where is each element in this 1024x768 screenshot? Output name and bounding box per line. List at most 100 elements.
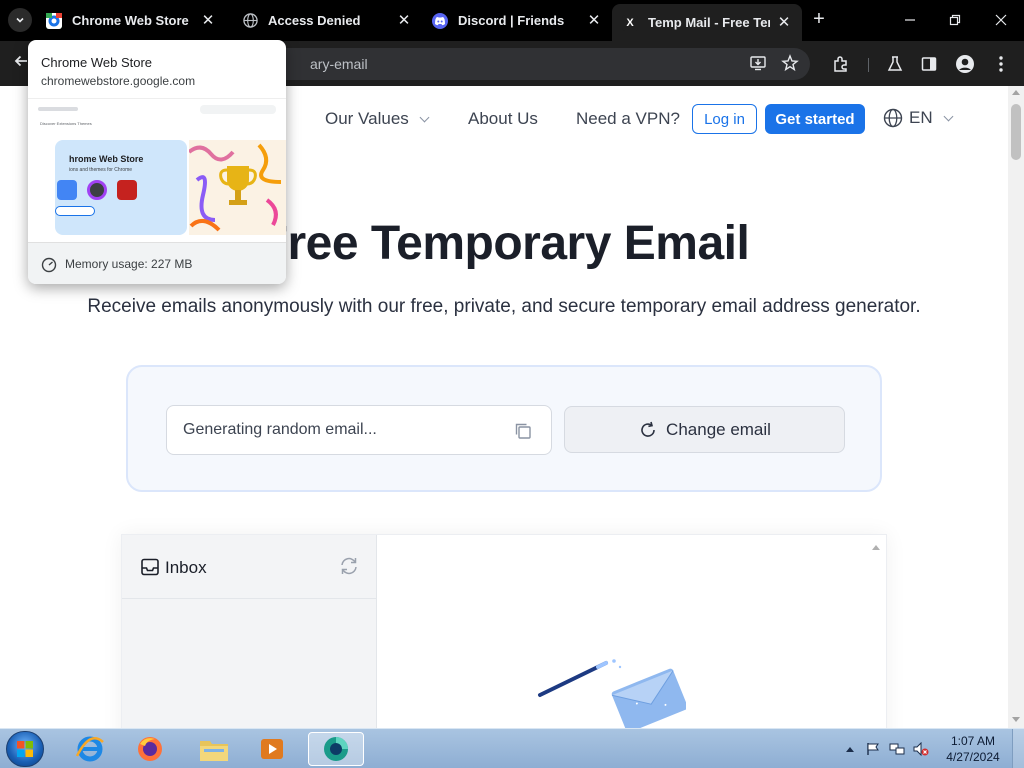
scroll-thumb[interactable] (1011, 104, 1021, 160)
show-desktop-button[interactable] (1012, 729, 1024, 768)
system-tray (843, 729, 933, 768)
trophy-art-icon (189, 140, 286, 235)
internet-explorer-icon (75, 736, 104, 762)
chevron-down-icon (419, 112, 430, 122)
magic-envelope-illustration (538, 659, 686, 728)
action-center-flag-icon[interactable] (861, 742, 885, 756)
memory-usage-text: Memory usage: 227 MB (65, 257, 193, 271)
scroll-down-icon[interactable] (1012, 717, 1020, 722)
hover-card-preview: Discover Extensions Themes hrome Web Sto… (28, 98, 286, 242)
windows-taskbar: 1:07 AM 4/27/2024 (0, 728, 1024, 768)
profile-avatar-icon[interactable] (954, 53, 976, 75)
taskbar-firefox[interactable] (122, 732, 178, 766)
firefox-icon (138, 737, 162, 761)
restore-button[interactable] (940, 6, 970, 34)
nav-our-values-label: Our Values (325, 109, 409, 128)
media-player-icon (261, 739, 283, 759)
start-button[interactable] (6, 731, 44, 767)
extensions-icon[interactable] (830, 53, 852, 75)
minimize-button[interactable] (895, 6, 925, 34)
scroll-up-icon[interactable] (1012, 90, 1020, 95)
tab-title: Access Denied (268, 13, 361, 28)
taskbar-internet-explorer[interactable] (62, 732, 118, 766)
new-tab-button[interactable]: + (808, 8, 830, 30)
preview-button (55, 206, 95, 216)
tab-title: Temp Mail - Free Temp (648, 15, 770, 30)
nav-about-label: About Us (468, 109, 538, 128)
hover-card-title: Chrome Web Store (41, 55, 153, 70)
close-icon (995, 14, 1007, 26)
close-icon[interactable]: ✕ (396, 12, 412, 29)
network-icon[interactable] (885, 742, 909, 756)
tab-access-denied[interactable]: Access Denied ✕ (232, 6, 422, 35)
inbox-panel: Inbox (121, 534, 887, 728)
clock-time: 1:07 AM (950, 734, 996, 748)
change-email-button[interactable]: Change email (564, 406, 845, 453)
address-text: ary-email (310, 56, 368, 72)
chevron-down-icon (16, 17, 24, 23)
preview-tabs: Discover Extensions Themes (40, 121, 92, 126)
tab-search-button[interactable] (8, 8, 32, 32)
inbox-tray-icon (141, 558, 159, 576)
bookmark-star-icon[interactable] (780, 54, 800, 74)
nav-about-us[interactable]: About Us (468, 109, 538, 129)
tab-chrome-web-store[interactable]: Chrome Web Store ✕ (36, 6, 226, 35)
volume-muted-icon[interactable] (909, 742, 933, 756)
side-panel-icon[interactable] (918, 53, 940, 75)
memory-gauge-icon (41, 257, 57, 273)
install-app-icon[interactable] (748, 54, 768, 74)
email-address-value: Generating random email... (183, 421, 377, 438)
login-button[interactable]: Log in (692, 104, 757, 134)
close-icon[interactable]: ✕ (200, 12, 216, 29)
preview-banner: hrome Web Store ions and themes for Chro… (55, 140, 187, 235)
tab-title: Chrome Web Store (72, 13, 189, 28)
translate-app-icon (57, 180, 77, 200)
refresh-icon[interactable] (338, 555, 360, 577)
chrome-web-store-icon (46, 12, 62, 29)
show-hidden-icons-icon[interactable] (843, 746, 857, 752)
inbox-scroll-up-icon[interactable] (872, 545, 880, 550)
close-icon[interactable]: ✕ (586, 12, 602, 29)
taskbar-media-player[interactable] (244, 732, 300, 766)
copy-icon[interactable] (513, 421, 533, 441)
pdf-app-icon (117, 180, 137, 200)
clock-date: 4/27/2024 (946, 750, 1000, 764)
more-menu-icon[interactable] (990, 53, 1012, 75)
language-label: EN (909, 108, 933, 127)
arrow-left-icon (14, 55, 27, 67)
language-selector[interactable]: EN (883, 108, 954, 128)
globe-icon (883, 108, 903, 128)
taskbar-clock[interactable]: 1:07 AM 4/27/2024 (940, 733, 1006, 765)
labs-flask-icon[interactable] (884, 53, 906, 75)
inbox-sidebar: Inbox (122, 535, 377, 728)
preview-banner-subtitle: ions and themes for Chrome (69, 167, 133, 173)
tab-discord[interactable]: Discord | Friends ✕ (422, 6, 612, 35)
close-icon[interactable]: ✕ (776, 14, 792, 31)
inbox-header: Inbox (122, 535, 377, 599)
globe-icon (242, 13, 258, 29)
discord-icon (432, 12, 448, 29)
nav-need-vpn[interactable]: Need a VPN? (576, 109, 680, 129)
folder-icon (200, 741, 228, 761)
preview-search-bar (200, 105, 276, 114)
x-logo-icon: X (622, 14, 638, 31)
tab-hover-card: Chrome Web Store chromewebstore.google.c… (28, 40, 286, 284)
window-close-button[interactable] (986, 6, 1016, 34)
restore-icon (949, 14, 961, 26)
change-email-label: Change email (666, 419, 771, 439)
minimize-icon (905, 19, 915, 21)
taskbar-chrome-web-store[interactable] (308, 732, 364, 766)
page-scrollbar[interactable] (1008, 86, 1024, 728)
toolbar-divider (868, 58, 869, 72)
email-generator-card: Generating random email... Change email (126, 365, 882, 492)
get-started-button[interactable]: Get started (765, 104, 865, 134)
email-address-field[interactable]: Generating random email... (166, 405, 552, 455)
nav-vpn-label: Need a VPN? (576, 109, 680, 128)
windows-logo-icon (17, 741, 33, 757)
tab-title: Discord | Friends (458, 13, 565, 28)
taskbar-file-explorer[interactable] (186, 732, 242, 766)
browser-titlebar: Chrome Web Store ✕ Access Denied ✕ Disco… (0, 0, 1024, 41)
hover-card-footer: Memory usage: 227 MB (28, 242, 286, 284)
nav-our-values[interactable]: Our Values (325, 109, 430, 129)
tab-temp-mail[interactable]: X Temp Mail - Free Temp ✕ (612, 4, 802, 41)
